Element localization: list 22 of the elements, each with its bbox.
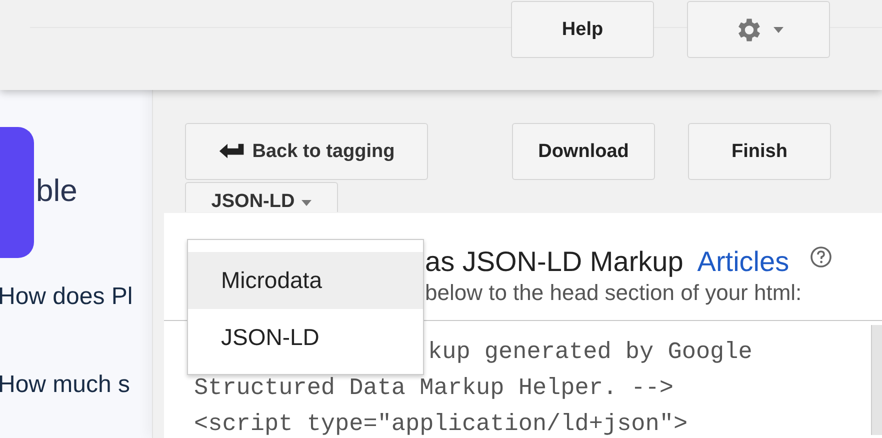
code-line: Structured Data Markup Helper. --> — [194, 374, 674, 404]
markup-title: as JSON-LD Markup — [425, 246, 684, 278]
format-dropdown[interactable]: JSON-LD — [185, 182, 338, 212]
toolbar-button[interactable]: Download — [512, 123, 655, 180]
question-text: How much s — [0, 371, 130, 399]
settings-button[interactable] — [687, 1, 830, 58]
instruction-text: below to the head section of your html: — [425, 280, 802, 306]
back-arrow-icon — [218, 142, 246, 160]
heading-text: ble — [36, 172, 78, 208]
help-button[interactable]: Help — [511, 1, 654, 58]
question-text: How does Pl — [0, 283, 133, 311]
help-icon[interactable] — [810, 246, 832, 268]
back-button[interactable]: Back to tagging — [185, 123, 428, 180]
code-line: <script type="application/ld+json"> — [194, 410, 688, 438]
caret-icon — [773, 26, 784, 32]
code-line: kup generated by Google — [428, 338, 752, 368]
articles-link[interactable]: Articles — [697, 246, 790, 278]
caret-icon — [300, 200, 312, 206]
toolbar-button[interactable]: Finish — [688, 123, 831, 180]
scrollbar[interactable] — [871, 325, 882, 435]
menu-item[interactable]: JSON-LD — [188, 309, 423, 366]
menu-item[interactable]: Microdata — [188, 252, 423, 309]
